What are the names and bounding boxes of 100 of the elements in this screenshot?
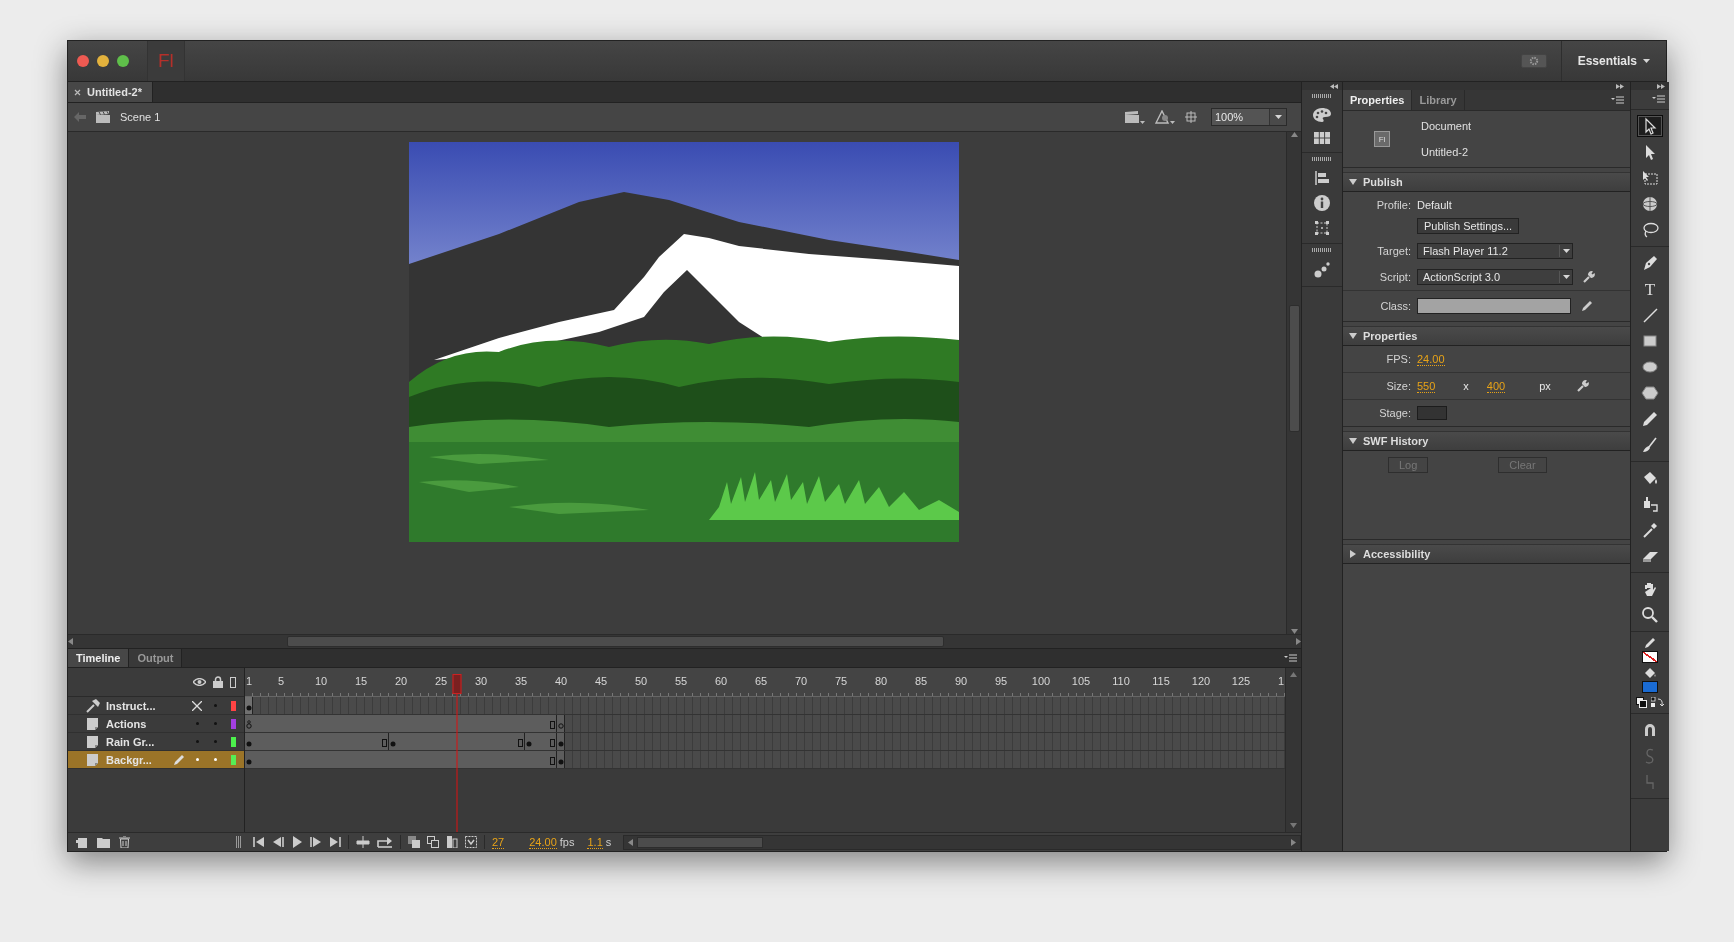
- edit-scene-icon[interactable]: [1125, 110, 1145, 124]
- current-frame[interactable]: 27: [492, 835, 505, 849]
- visibility-dot[interactable]: [195, 758, 199, 761]
- scroll-right-icon[interactable]: [1291, 838, 1296, 846]
- wrench-icon[interactable]: [1576, 380, 1589, 392]
- fill-color-swatch[interactable]: [1642, 681, 1658, 693]
- height-value[interactable]: 400: [1486, 379, 1506, 393]
- scroll-left-icon[interactable]: [628, 838, 634, 846]
- timeline-scrollbar[interactable]: [1285, 668, 1301, 832]
- width-value[interactable]: 550: [1417, 379, 1436, 393]
- zoom-field[interactable]: 100%: [1211, 108, 1287, 126]
- panel-menu-icon[interactable]: [1284, 653, 1297, 663]
- panel-tab[interactable]: Timeline: [68, 649, 130, 667]
- folder-icon[interactable]: [97, 836, 110, 848]
- step-back-icon[interactable]: [272, 836, 284, 848]
- vertical-scrollbar[interactable]: [1286, 132, 1301, 634]
- text-tool-button[interactable]: T: [1637, 278, 1663, 300]
- frame-span[interactable]: [525, 733, 557, 750]
- panel-tab[interactable]: Library: [1412, 90, 1465, 110]
- default-colors-icon[interactable]: [1636, 697, 1647, 708]
- frame-rate[interactable]: 24.00: [529, 835, 557, 849]
- class-field[interactable]: [1417, 298, 1571, 314]
- hidden-x-icon[interactable]: [192, 700, 202, 711]
- close-icon[interactable]: [74, 88, 81, 96]
- swap-colors-icon[interactable]: [1651, 697, 1664, 708]
- edit-symbols-icon[interactable]: [1155, 110, 1175, 124]
- stroke-color-swatch[interactable]: [1642, 651, 1658, 663]
- edit-multiple-frames-icon[interactable]: [446, 836, 458, 848]
- scroll-thumb[interactable]: [637, 836, 764, 848]
- selection-tool-button[interactable]: [1637, 115, 1663, 137]
- eye-icon[interactable]: [193, 678, 206, 686]
- close-button[interactable]: [77, 55, 89, 67]
- zoom-button[interactable]: [117, 55, 129, 67]
- wrench-icon[interactable]: [1583, 271, 1595, 283]
- onion-outlines-icon[interactable]: [427, 836, 439, 848]
- visibility-dot[interactable]: [195, 740, 199, 743]
- layer-color-swatch[interactable]: [230, 754, 236, 765]
- paint-bucket-icon[interactable]: [1644, 667, 1656, 679]
- swatches-grid-icon[interactable]: [1314, 132, 1330, 144]
- section-header[interactable]: Accessibility: [1343, 544, 1630, 564]
- frame-span[interactable]: [557, 751, 565, 768]
- lock-dot[interactable]: [213, 722, 217, 725]
- palette-icon[interactable]: [1313, 108, 1331, 122]
- frame-span[interactable]: [389, 733, 525, 750]
- outline-icon[interactable]: [230, 676, 236, 688]
- frame-span[interactable]: [245, 733, 389, 750]
- new-layer-icon[interactable]: [76, 836, 88, 848]
- section-header[interactable]: Properties: [1343, 326, 1630, 346]
- center-frame-icon[interactable]: [356, 836, 370, 848]
- lock-icon[interactable]: [213, 676, 223, 688]
- info-icon[interactable]: [1314, 195, 1330, 211]
- stage-color-swatch[interactable]: [1417, 406, 1447, 420]
- scroll-left-icon[interactable]: [68, 638, 73, 645]
- pencil-icon[interactable]: [1581, 300, 1593, 312]
- frame-span[interactable]: [557, 715, 565, 732]
- frame-span[interactable]: [557, 733, 565, 750]
- modify-markers-icon[interactable]: [465, 836, 477, 848]
- onion-skin-icon[interactable]: [408, 836, 420, 848]
- horizontal-scrollbar[interactable]: [68, 634, 1301, 648]
- grip-icon[interactable]: [236, 836, 241, 848]
- minimize-button[interactable]: [97, 55, 109, 67]
- panel-menu-icon[interactable]: [1611, 95, 1624, 105]
- go-to-first-frame-icon[interactable]: [253, 836, 265, 848]
- play-icon[interactable]: [291, 836, 303, 848]
- sync-settings-button[interactable]: [1520, 54, 1547, 68]
- lock-dot[interactable]: [213, 758, 217, 761]
- panel-tab[interactable]: Properties: [1343, 90, 1413, 110]
- lock-dot[interactable]: [213, 740, 217, 743]
- scroll-down-icon[interactable]: [1290, 823, 1297, 828]
- scroll-thumb[interactable]: [287, 636, 944, 647]
- layer-row[interactable]: Actions: [68, 715, 244, 733]
- loop-icon[interactable]: [377, 836, 393, 848]
- lock-dot[interactable]: [213, 704, 217, 707]
- motion-presets-icon[interactable]: [1314, 262, 1330, 278]
- go-to-last-frame-icon[interactable]: [329, 836, 341, 848]
- publish-settings-button[interactable]: Publish Settings...: [1417, 218, 1520, 234]
- frame-span[interactable]: [245, 697, 253, 714]
- layer-color-swatch[interactable]: [230, 700, 236, 711]
- section-header[interactable]: Publish: [1343, 172, 1630, 192]
- target-dropdown[interactable]: Flash Player 11.2: [1417, 243, 1573, 259]
- layer-color-swatch[interactable]: [230, 736, 236, 747]
- step-forward-icon[interactable]: [310, 836, 322, 848]
- layer-color-swatch[interactable]: [230, 718, 236, 729]
- center-stage-icon[interactable]: [1185, 111, 1197, 123]
- panel-menu-icon[interactable]: [1652, 95, 1665, 104]
- frame-ruler[interactable]: 1 5 10 15 20 25 30 35 40 45 50 55 60 65 70 75 80 85 90 95 100 105 110 115 120 125 1: [245, 668, 1285, 697]
- trash-icon[interactable]: [119, 836, 130, 848]
- frames-scrollbar[interactable]: [623, 834, 1301, 850]
- align-icon[interactable]: [1315, 171, 1329, 185]
- panel-tab[interactable]: Output: [129, 649, 183, 667]
- visibility-dot[interactable]: [195, 722, 199, 725]
- scroll-up-icon[interactable]: [1290, 672, 1297, 677]
- fps-value[interactable]: 24.00: [1417, 352, 1445, 366]
- scroll-thumb[interactable]: [1288, 305, 1300, 432]
- document-tab[interactable]: Untitled-2*: [68, 82, 153, 102]
- pencil-icon[interactable]: [1644, 637, 1656, 649]
- section-header[interactable]: SWF History: [1343, 431, 1630, 451]
- workspace-switcher[interactable]: Essentials: [1560, 41, 1666, 81]
- script-dropdown[interactable]: ActionScript 3.0: [1417, 269, 1573, 285]
- transform-icon[interactable]: [1315, 221, 1329, 235]
